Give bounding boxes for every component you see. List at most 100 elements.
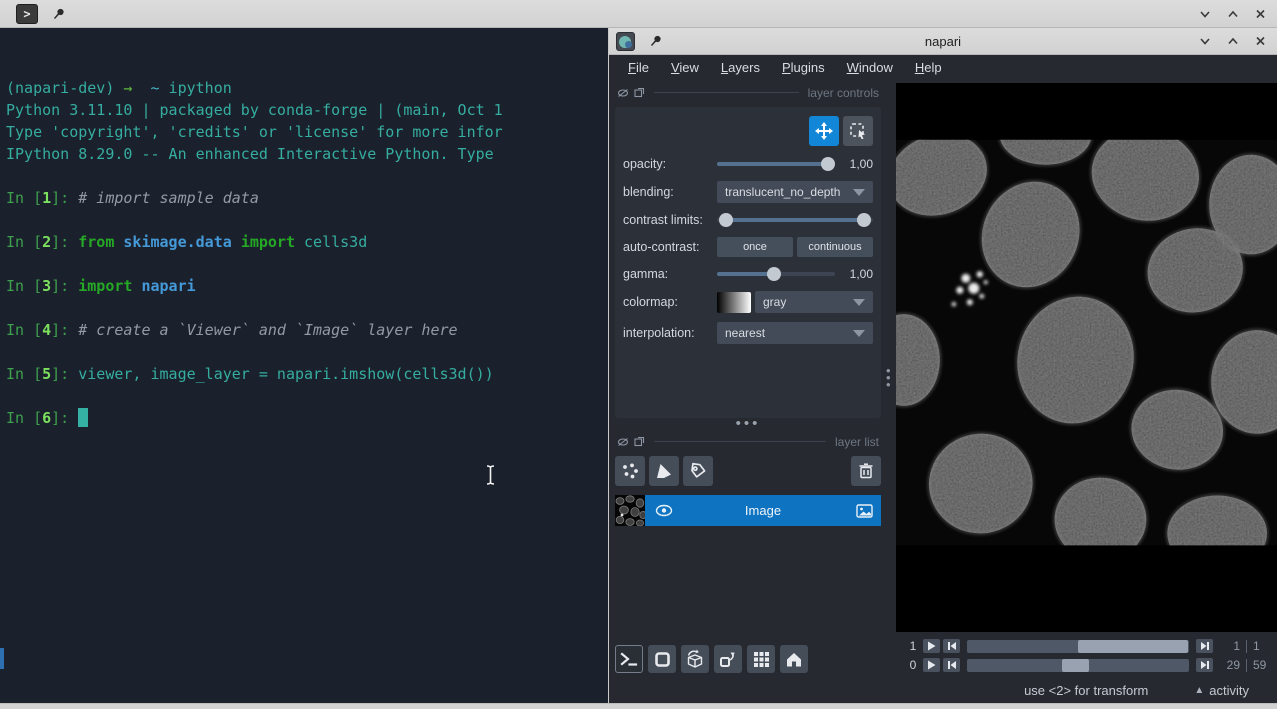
transform-mode-button[interactable]: [843, 116, 873, 146]
close-icon[interactable]: [1254, 35, 1267, 47]
terminal-titlebar[interactable]: >: [0, 0, 1277, 28]
dimension-sliders: 1 1: [896, 632, 1277, 678]
activity-label: activity: [1209, 683, 1249, 698]
transpose-dimensions-button[interactable]: [714, 645, 742, 673]
console-button[interactable]: [615, 645, 643, 673]
skip-start-icon: [947, 641, 957, 651]
skip-end-icon: [1200, 660, 1210, 670]
colormap-gradient-swatch: [717, 292, 751, 313]
layer-controls-panel: opacity: 1,00 blending: translucent_no_d…: [615, 107, 881, 418]
roll-dimensions-button[interactable]: [681, 645, 709, 673]
cells-micrograph: [896, 83, 1277, 632]
terminal-line: In [5]: viewer, image_layer = napari.ims…: [6, 363, 601, 385]
skip-to-start-button[interactable]: [943, 658, 960, 672]
layer-selected-row[interactable]: Image: [645, 495, 881, 526]
dim-handle[interactable]: [1062, 659, 1089, 672]
minimize-icon[interactable]: [1198, 35, 1212, 47]
gutter-handle-dots: •••: [886, 367, 891, 388]
mouse-text-cursor: [484, 464, 497, 486]
menubar: FileViewLayersPluginsWindowHelp: [609, 55, 1277, 79]
dock-splitter-handle[interactable]: •••: [613, 420, 883, 432]
window-title: napari: [609, 34, 1277, 49]
pan-zoom-mode-button[interactable]: [809, 116, 839, 146]
close-icon[interactable]: [1254, 8, 1267, 20]
blending-label: blending:: [623, 185, 717, 199]
napari-window: napari FileViewLayersPluginsWindowHelp: [608, 28, 1277, 703]
new-shapes-layer-button[interactable]: [649, 456, 679, 486]
left-dock: layer controls: [609, 79, 883, 678]
dim-handle[interactable]: [1078, 640, 1188, 653]
desktop: > (napari-dev) → ~ ipythonPython 3.11.10…: [0, 0, 1277, 709]
terminal-line: In [2]: from skimage.data import cells3d: [6, 231, 601, 253]
viewer-buttons-row: [613, 645, 883, 673]
contrast-limits-slider[interactable]: [717, 212, 873, 228]
dim-track[interactable]: [967, 640, 1189, 653]
colormap-dropdown[interactable]: gray: [755, 291, 873, 313]
new-shapes-layer-icon: [655, 462, 673, 480]
opacity-label: opacity:: [623, 157, 717, 171]
square-2d-icon: [654, 651, 671, 668]
play-button[interactable]: [923, 639, 940, 653]
menu-item-view[interactable]: View: [660, 58, 710, 77]
delete-layer-button[interactable]: [851, 456, 881, 486]
terminal-line: [6, 341, 601, 363]
menu-item-layers[interactable]: Layers: [710, 58, 771, 77]
new-labels-layer-icon: [689, 462, 707, 480]
viewer-canvas[interactable]: [896, 83, 1277, 632]
layer-list-header: layer list: [617, 434, 879, 449]
pin-icon[interactable]: [52, 7, 66, 21]
skip-to-start-button[interactable]: [943, 639, 960, 653]
gamma-value: 1,00: [843, 267, 873, 281]
grid-icon: [753, 651, 770, 668]
new-points-layer-button[interactable]: [615, 456, 645, 486]
float-panel-icon[interactable]: [634, 436, 645, 447]
terminal-line: [6, 209, 601, 231]
axis-label: 1: [906, 639, 920, 653]
activity-toggle[interactable]: ▲ activity: [1194, 683, 1249, 698]
auto-contrast-continuous-button[interactable]: continuous: [797, 237, 873, 257]
home-reset-view-button[interactable]: [780, 645, 808, 673]
terminal-output[interactable]: (napari-dev) → ~ ipythonPython 3.11.10 |…: [0, 28, 607, 703]
transform-icon: [848, 121, 868, 141]
skip-to-end-button[interactable]: [1196, 658, 1213, 672]
auto-contrast-once-button[interactable]: once: [717, 237, 793, 257]
napari-window-controls: [1198, 35, 1267, 47]
opacity-slider[interactable]: [717, 156, 835, 172]
total-frames: 1: [1253, 639, 1271, 653]
gamma-slider[interactable]: [717, 266, 835, 282]
new-labels-layer-button[interactable]: [683, 456, 713, 486]
dock-resize-gutter[interactable]: •••: [883, 79, 896, 678]
menu-item-file[interactable]: File: [617, 58, 660, 77]
hide-panel-icon[interactable]: [617, 437, 629, 447]
layer-row-image[interactable]: Image: [615, 495, 881, 526]
dim-slider-axis-1: 1 1: [906, 638, 1271, 654]
napari-logo-icon: [616, 32, 635, 51]
play-button[interactable]: [923, 658, 940, 672]
blending-dropdown[interactable]: translucent_no_depth: [717, 181, 873, 203]
window-frame-bottom: [0, 703, 1277, 709]
menu-item-help[interactable]: Help: [904, 58, 953, 77]
total-frames: 59: [1253, 658, 1271, 672]
toggle-ndisplay-button[interactable]: [648, 645, 676, 673]
grid-view-button[interactable]: [747, 645, 775, 673]
maximize-icon[interactable]: [1226, 8, 1240, 20]
skip-to-end-button[interactable]: [1196, 639, 1213, 653]
napari-titlebar[interactable]: napari: [609, 28, 1277, 55]
eye-icon[interactable]: [655, 504, 673, 517]
chevron-down-icon: [853, 299, 865, 306]
hide-panel-icon[interactable]: [617, 88, 629, 98]
terminal-line: Python 3.11.10 | packaged by conda-forge…: [6, 99, 601, 121]
layer-thumbnail: [615, 495, 645, 526]
terminal-line: [6, 253, 601, 275]
terminal-scroll-indicator: [0, 648, 4, 669]
minimize-icon[interactable]: [1198, 8, 1212, 20]
interpolation-dropdown[interactable]: nearest: [717, 322, 873, 344]
menu-item-window[interactable]: Window: [836, 58, 904, 77]
colormap-label: colormap:: [623, 295, 717, 309]
menu-item-plugins[interactable]: Plugins: [771, 58, 836, 77]
chevron-down-icon: [853, 330, 865, 337]
float-panel-icon[interactable]: [634, 87, 645, 98]
maximize-icon[interactable]: [1226, 35, 1240, 47]
panel-title: layer list: [835, 435, 879, 449]
dim-track[interactable]: [967, 659, 1189, 672]
